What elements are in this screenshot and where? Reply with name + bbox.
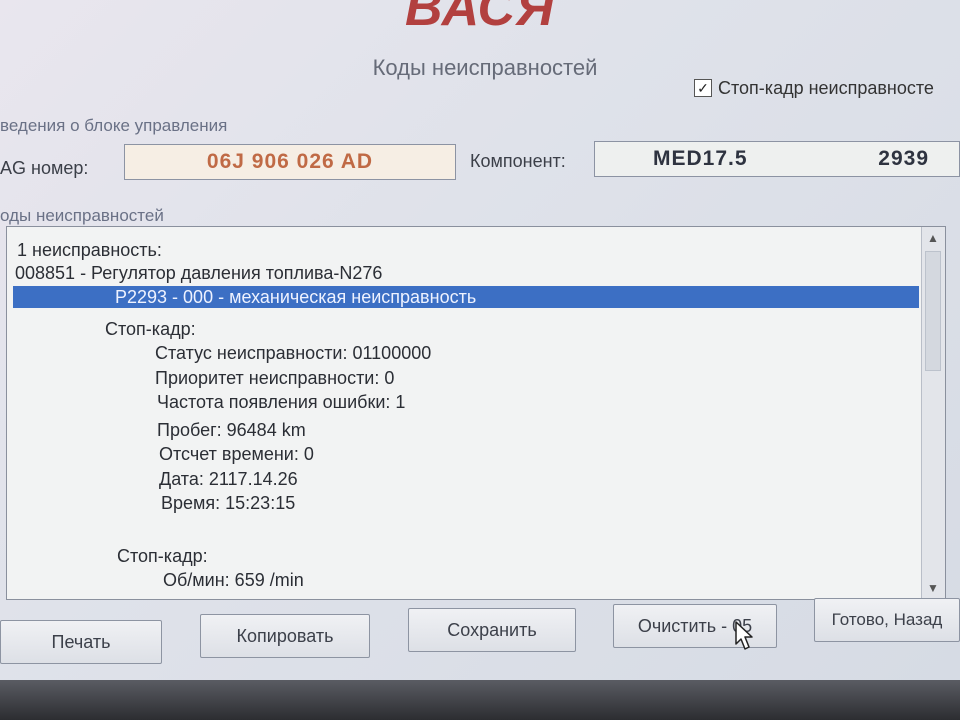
component-name: MED17.5 — [653, 147, 748, 170]
component-label: Компонент: — [470, 151, 566, 171]
fault-list[interactable]: 1 неисправность: 008851 - Регулятор давл… — [6, 226, 946, 600]
vag-number-label: AG номер: — [0, 158, 89, 178]
time-counter: Отсчет времени: 0 — [159, 444, 314, 464]
mouse-cursor-icon — [735, 621, 753, 650]
scroll-down-icon[interactable]: ▼ — [924, 579, 942, 597]
freeze-frame-checkbox[interactable]: ✓ Стоп-кадр неисправносте — [694, 76, 934, 100]
fault-priority: Приоритет неисправности: 0 — [155, 368, 395, 388]
app-logo: ВАСЯ — [405, 0, 555, 37]
fault-description-selected[interactable]: P2293 - 000 - механическая неисправность — [13, 286, 919, 308]
freeze-frame-heading: Стоп-кадр: — [105, 319, 196, 339]
print-button[interactable]: Печать — [0, 620, 162, 664]
save-button[interactable]: Сохранить — [408, 608, 576, 652]
scroll-thumb[interactable] — [925, 251, 941, 371]
copy-button[interactable]: Копировать — [200, 614, 370, 658]
mileage: Пробег: 96484 km — [157, 420, 306, 440]
freeze-frame-heading-2: Стоп-кадр: — [117, 546, 208, 566]
faults-section-label: оды неисправностей — [0, 206, 164, 225]
vag-number-value: 06J 906 026 AD — [206, 150, 374, 173]
page-title: Коды неисправностей — [372, 55, 598, 80]
component-code: 2939 — [878, 147, 929, 170]
vag-number-field: 06J 906 026 AD — [124, 144, 456, 180]
fault-count: 1 неисправность: — [17, 240, 162, 260]
scroll-up-icon[interactable]: ▲ — [924, 229, 942, 247]
component-field: MED17.5 2939 — [594, 141, 960, 177]
fault-code-line[interactable]: 008851 - Регулятор давления топлива-N276 — [15, 263, 382, 284]
checkmark-icon[interactable]: ✓ — [694, 79, 712, 97]
fault-list-scrollbar[interactable]: ▲ ▼ — [921, 227, 945, 599]
freeze-frame-label: Стоп-кадр неисправносте — [718, 77, 934, 98]
monitor-bezel — [0, 680, 960, 720]
fault-codes-window: ВАСЯ Коды неисправностей ✓ Стоп-кадр неи… — [0, 0, 960, 680]
done-back-button[interactable]: Готово, Назад — [814, 598, 960, 642]
fault-time: Время: 15:23:15 — [161, 493, 296, 513]
fault-date: Дата: 2117.14.26 — [159, 469, 298, 489]
engine-rpm: Об/мин: 659 /min — [163, 570, 304, 590]
fault-status: Статус неисправности: 01100000 — [155, 343, 432, 363]
fault-frequency: Частота появления ошибки: 1 — [157, 392, 406, 412]
control-unit-section-label: ведения о блоке управления — [0, 116, 228, 135]
